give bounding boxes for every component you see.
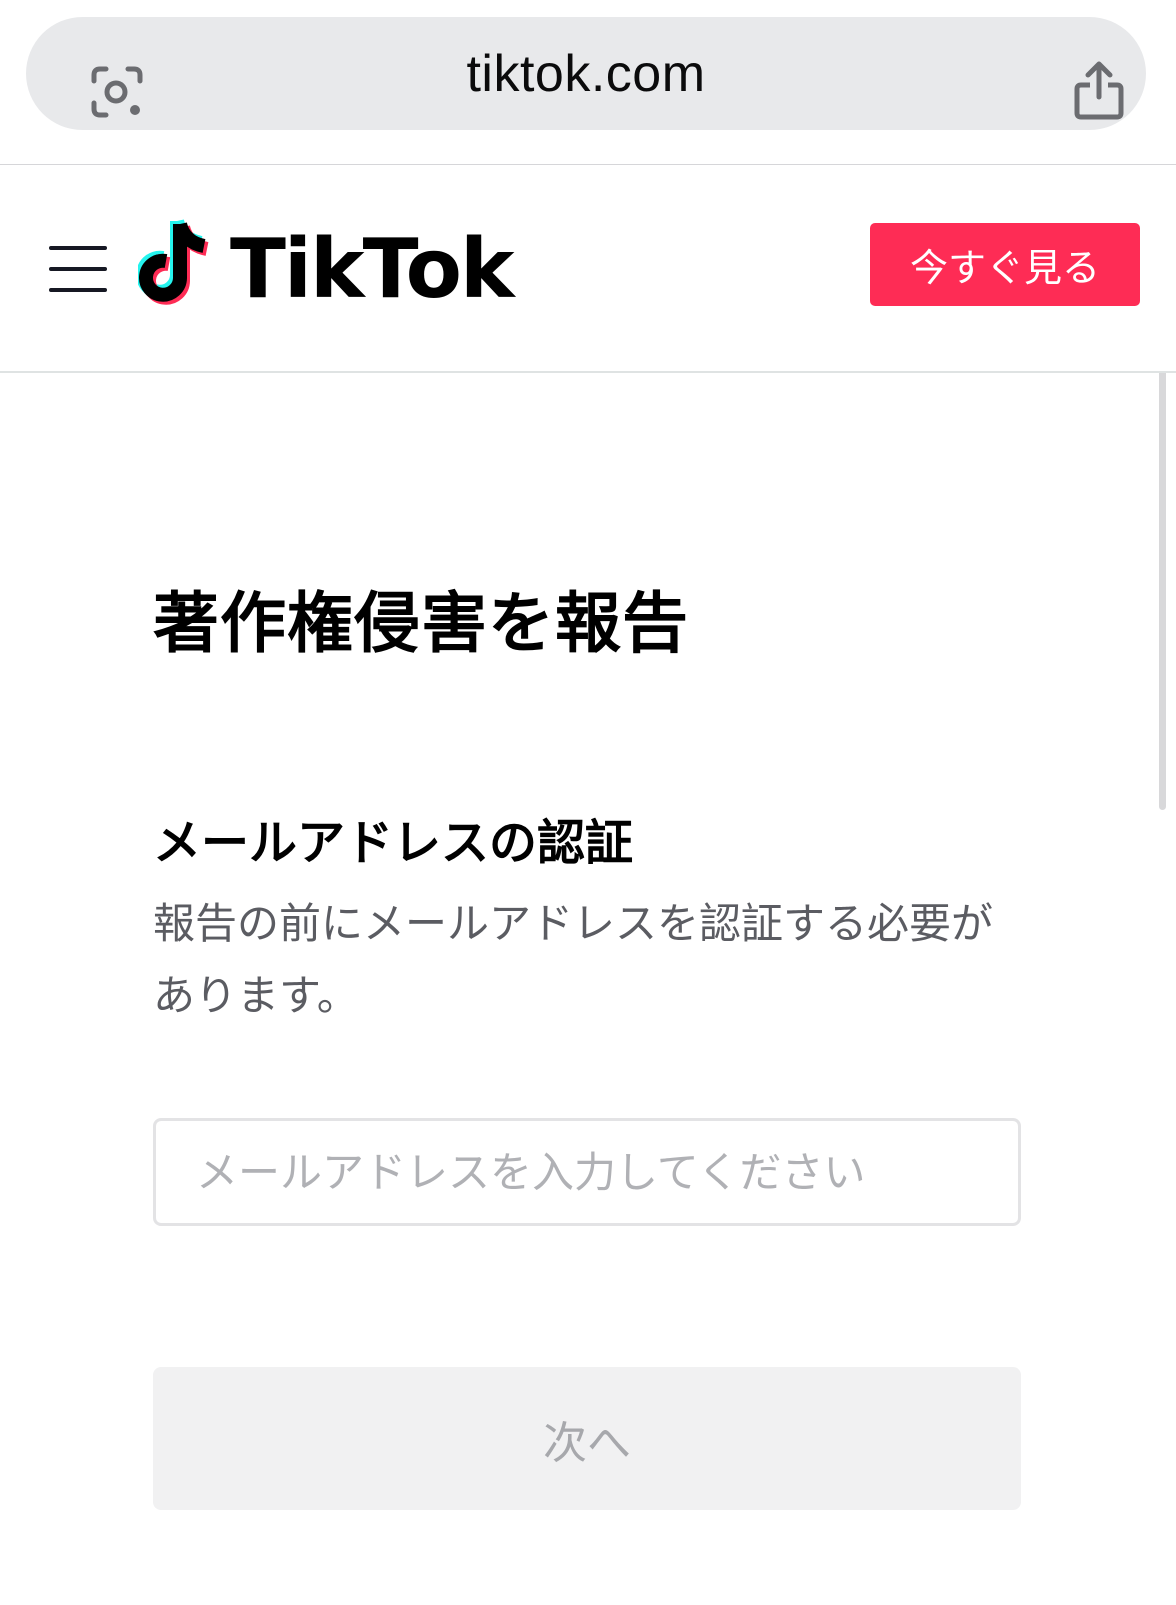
address-bar[interactable]: tiktok.com bbox=[26, 17, 1146, 130]
email-input[interactable] bbox=[153, 1118, 1021, 1226]
section-description: 報告の前にメールアドレスを認証する必要があります。 bbox=[153, 899, 994, 1020]
next-button[interactable]: 次へ bbox=[153, 1367, 1021, 1510]
section-title: メールアドレスの認証 bbox=[153, 815, 634, 871]
site-header: TikTok 今すぐ見る bbox=[0, 166, 1176, 373]
url-text[interactable]: tiktok.com bbox=[26, 17, 1146, 130]
share-icon[interactable] bbox=[1072, 61, 1126, 121]
tiktok-wordmark[interactable]: TikTok bbox=[230, 222, 514, 318]
tiktok-note-icon[interactable] bbox=[138, 216, 218, 312]
browser-toolbar: tiktok.com bbox=[0, 0, 1176, 165]
watch-now-button[interactable]: 今すぐ見る bbox=[870, 223, 1140, 306]
hamburger-menu-icon[interactable] bbox=[49, 246, 107, 292]
page-title: 著作権侵害を報告 bbox=[153, 585, 689, 662]
